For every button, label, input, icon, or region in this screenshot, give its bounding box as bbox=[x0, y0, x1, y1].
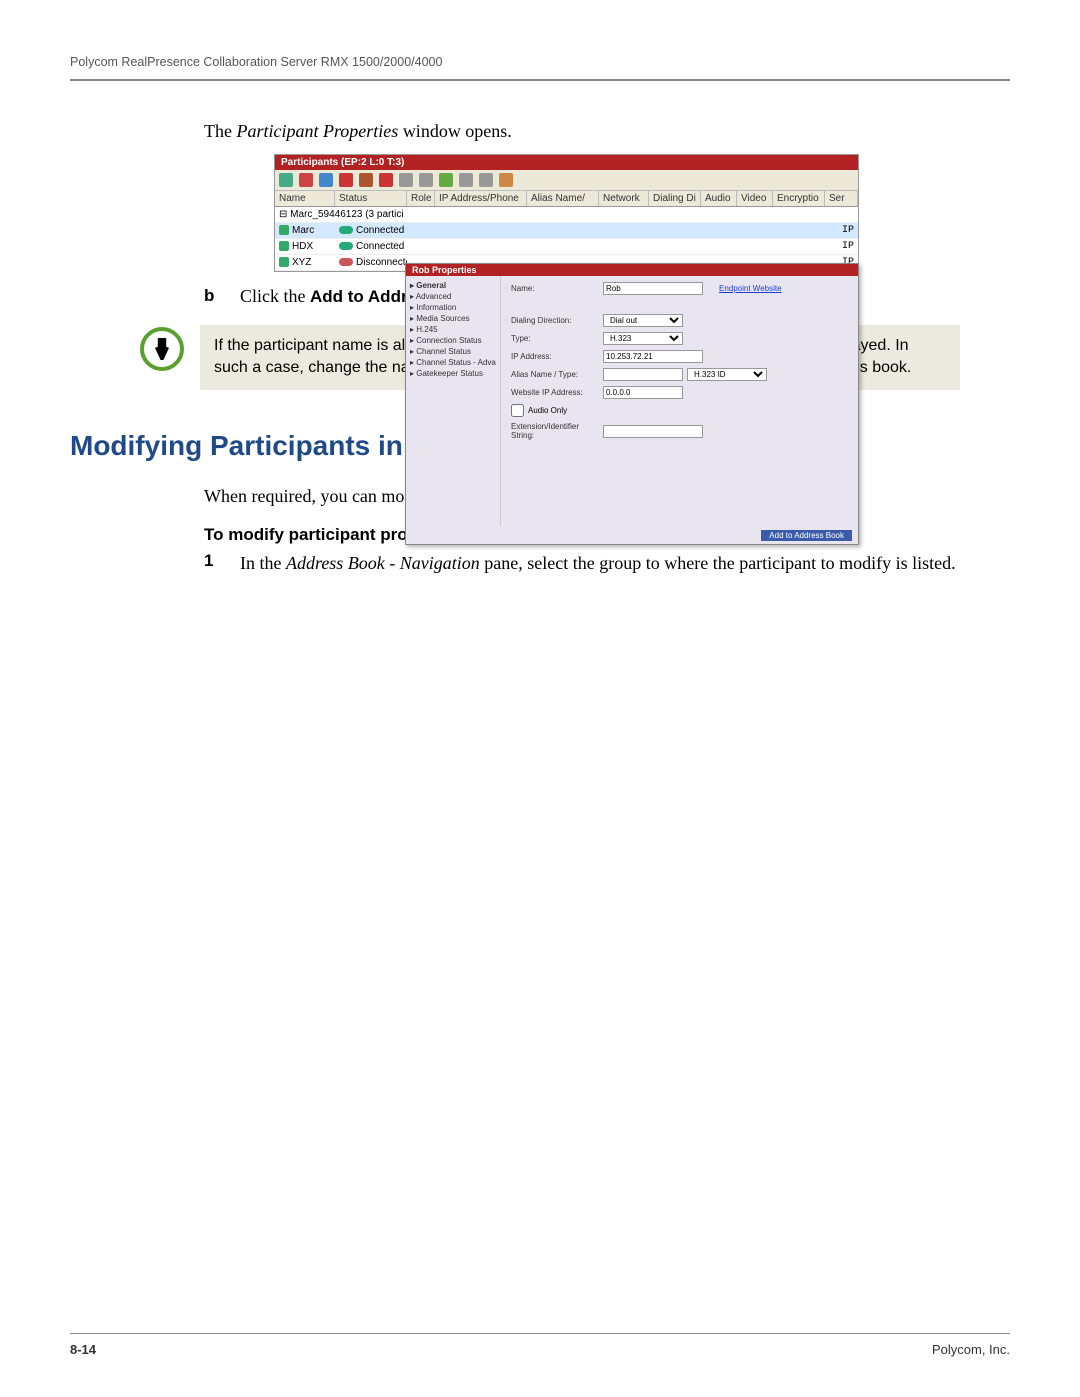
participants-table-header: Name Status Role IP Address/Phone Alias … bbox=[275, 191, 858, 207]
step-marker: b bbox=[204, 286, 240, 307]
col-video[interactable]: Video bbox=[737, 191, 773, 206]
toolbar-icon[interactable] bbox=[499, 173, 513, 187]
toolbar-icon[interactable] bbox=[299, 173, 313, 187]
status-icon bbox=[339, 226, 353, 234]
page-footer: 8-14 Polycom, Inc. bbox=[70, 1333, 1010, 1357]
col-dialing[interactable]: Dialing Di bbox=[649, 191, 701, 206]
nav-connection-status[interactable]: ▸ Connection Status bbox=[408, 335, 498, 346]
alias-type-select[interactable]: H.323 ID bbox=[687, 368, 767, 381]
type-label: Type: bbox=[511, 334, 603, 343]
dialog-titlebar: Rob Properties bbox=[406, 264, 858, 276]
participant-icon bbox=[279, 241, 289, 251]
name-label: Name: bbox=[511, 284, 603, 293]
toolbar-icon[interactable] bbox=[279, 173, 293, 187]
website-ip-input[interactable] bbox=[603, 386, 683, 399]
status-icon bbox=[339, 242, 353, 250]
group-label: Marc_59446123 (3 partici bbox=[290, 209, 403, 220]
participant-name: Marc bbox=[292, 225, 314, 236]
participant-name: XYZ bbox=[292, 257, 311, 268]
nav-media-sources[interactable]: ▸ Media Sources bbox=[408, 313, 498, 324]
intro-italic: Participant Properties bbox=[236, 121, 398, 141]
ip-address-input[interactable] bbox=[603, 350, 703, 363]
intro-prefix: The bbox=[204, 121, 236, 141]
table-group-row[interactable]: ⊟ Marc_59446123 (3 partici bbox=[275, 207, 858, 223]
website-ip-label: Website IP Address: bbox=[511, 388, 603, 397]
col-status[interactable]: Status bbox=[335, 191, 407, 206]
type-select[interactable]: H.323 bbox=[603, 332, 683, 345]
participant-icon bbox=[279, 225, 289, 235]
name-input[interactable] bbox=[603, 282, 703, 295]
col-name[interactable]: Name bbox=[275, 191, 335, 206]
toolbar-icon[interactable] bbox=[459, 173, 473, 187]
col-audio[interactable]: Audio bbox=[701, 191, 737, 206]
participant-network: IP bbox=[407, 224, 858, 237]
step-suffix: pane, select the group to where the part… bbox=[480, 553, 956, 573]
alias-name-input[interactable] bbox=[603, 368, 683, 381]
page-header: Polycom RealPresence Collaboration Serve… bbox=[70, 55, 1010, 81]
dialog-form: Name: Endpoint Website Dialing Direction… bbox=[501, 276, 858, 526]
nav-channel-status-adv[interactable]: ▸ Channel Status - Adva bbox=[408, 357, 498, 368]
intro-suffix: window opens. bbox=[398, 121, 512, 141]
participants-toolbar bbox=[275, 170, 858, 191]
participant-icon bbox=[279, 257, 289, 267]
step-marker: 1 bbox=[204, 551, 240, 576]
toolbar-icon[interactable] bbox=[419, 173, 433, 187]
nav-information[interactable]: ▸ Information bbox=[408, 302, 498, 313]
col-alias[interactable]: Alias Name/ bbox=[527, 191, 599, 206]
participant-properties-screenshot: Participants (EP:2 L:0 T:3) Name Status … bbox=[274, 154, 859, 272]
toolbar-icon[interactable] bbox=[319, 173, 333, 187]
intro-text: The Participant Properties window opens. bbox=[204, 121, 1010, 142]
col-ip[interactable]: IP Address/Phone bbox=[435, 191, 527, 206]
audio-only-checkbox[interactable] bbox=[511, 404, 524, 417]
col-role[interactable]: Role bbox=[407, 191, 435, 206]
participants-table-body: ⊟ Marc_59446123 (3 partici Marc Connecte… bbox=[275, 207, 858, 271]
participant-properties-dialog: Rob Properties ▸ General ▸ Advanced ▸ In… bbox=[405, 263, 859, 545]
extension-input[interactable] bbox=[603, 425, 703, 438]
note-icon bbox=[140, 327, 184, 371]
nav-advanced[interactable]: ▸ Advanced bbox=[408, 291, 498, 302]
participants-titlebar: Participants (EP:2 L:0 T:3) bbox=[275, 155, 858, 170]
pin-icon bbox=[155, 338, 169, 360]
toolbar-icon[interactable] bbox=[339, 173, 353, 187]
toolbar-icon[interactable] bbox=[479, 173, 493, 187]
step-prefix: In the bbox=[240, 553, 286, 573]
dialing-direction-select[interactable]: Dial out bbox=[603, 314, 683, 327]
col-encryption[interactable]: Encryptio bbox=[773, 191, 825, 206]
nav-channel-status[interactable]: ▸ Channel Status bbox=[408, 346, 498, 357]
dialing-direction-label: Dialing Direction: bbox=[511, 316, 603, 325]
step-text-prefix: Click the bbox=[240, 286, 310, 306]
extension-label: Extension/Identifier String: bbox=[511, 422, 603, 440]
footer-company: Polycom, Inc. bbox=[932, 1342, 1010, 1357]
col-network[interactable]: Network bbox=[599, 191, 649, 206]
toolbar-icon[interactable] bbox=[399, 173, 413, 187]
page-number: 8-14 bbox=[70, 1342, 96, 1357]
participant-status: Connected bbox=[356, 225, 404, 236]
toolbar-icon[interactable] bbox=[439, 173, 453, 187]
toolbar-icon[interactable] bbox=[379, 173, 393, 187]
alias-label: Alias Name / Type: bbox=[511, 370, 603, 379]
ip-address-label: IP Address: bbox=[511, 352, 603, 361]
col-ser[interactable]: Ser bbox=[825, 191, 858, 206]
step-italic: Address Book - Navigation bbox=[286, 553, 480, 573]
participant-network: IP bbox=[407, 240, 858, 253]
nav-general[interactable]: ▸ General bbox=[408, 280, 498, 291]
participant-status: Connected bbox=[356, 241, 404, 252]
toolbar-icon[interactable] bbox=[359, 173, 373, 187]
participant-status: Disconnecte bbox=[356, 257, 407, 268]
dialog-nav: ▸ General ▸ Advanced ▸ Information ▸ Med… bbox=[406, 276, 501, 526]
add-to-address-book-button[interactable]: Add to Address Book bbox=[761, 530, 852, 541]
endpoint-website-link[interactable]: Endpoint Website bbox=[719, 284, 782, 293]
audio-only-label: Audio Only bbox=[528, 406, 567, 415]
step-1: 1 In the Address Book - Navigation pane,… bbox=[204, 551, 1010, 576]
table-row[interactable]: Marc Connected IP bbox=[275, 223, 858, 239]
participant-name: HDX bbox=[292, 241, 313, 252]
table-row[interactable]: HDX Connected IP bbox=[275, 239, 858, 255]
nav-h245[interactable]: ▸ H.245 bbox=[408, 324, 498, 335]
nav-gatekeeper-status[interactable]: ▸ Gatekeeper Status bbox=[408, 368, 498, 379]
status-icon bbox=[339, 258, 353, 266]
